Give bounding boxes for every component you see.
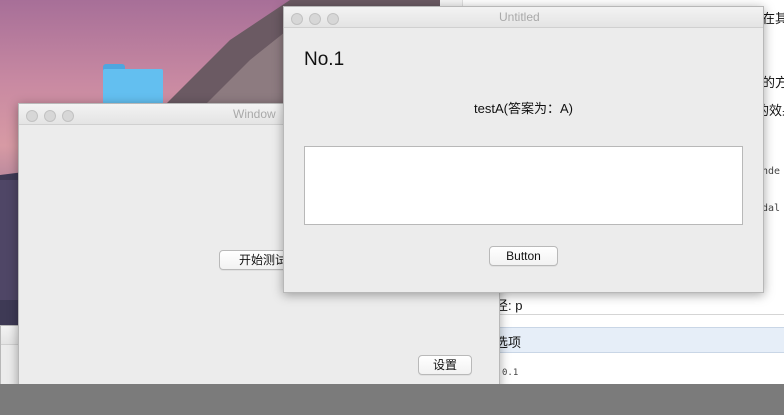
bottom-strip: [0, 384, 784, 415]
editor-text-line1: 在其: [762, 11, 784, 26]
submit-button[interactable]: Button: [489, 246, 558, 266]
front-window-title: Untitled: [499, 10, 540, 24]
back-window-title: Window: [233, 107, 276, 121]
question-text: testA(答案为：A): [474, 101, 573, 116]
front-window: Untitled No.1 testA(答案为：A) Button: [283, 6, 764, 293]
window-controls: [26, 109, 80, 127]
question-number-heading: No.1: [304, 49, 345, 70]
close-icon[interactable]: [26, 110, 38, 122]
close-icon[interactable]: [291, 13, 303, 25]
front-window-titlebar: Untitled: [284, 7, 763, 28]
editor-code-line2: dal: [762, 203, 781, 214]
options-row[interactable]: 选项: [480, 327, 784, 353]
editor-text-line2: 的方: [762, 75, 784, 90]
answer-textarea[interactable]: [304, 146, 743, 225]
editor-code-line1: nde: [762, 166, 781, 177]
folder-icon[interactable]: [103, 64, 163, 104]
zoom-icon[interactable]: [62, 110, 74, 122]
editor-bottom-fragment: 0.1: [502, 368, 519, 378]
minimize-icon[interactable]: [309, 13, 321, 25]
window-controls: [291, 12, 345, 30]
settings-button[interactable]: 设置: [418, 355, 472, 375]
path-field-row[interactable]: 径: p: [480, 292, 784, 315]
zoom-icon[interactable]: [327, 13, 339, 25]
minimize-icon[interactable]: [44, 110, 56, 122]
